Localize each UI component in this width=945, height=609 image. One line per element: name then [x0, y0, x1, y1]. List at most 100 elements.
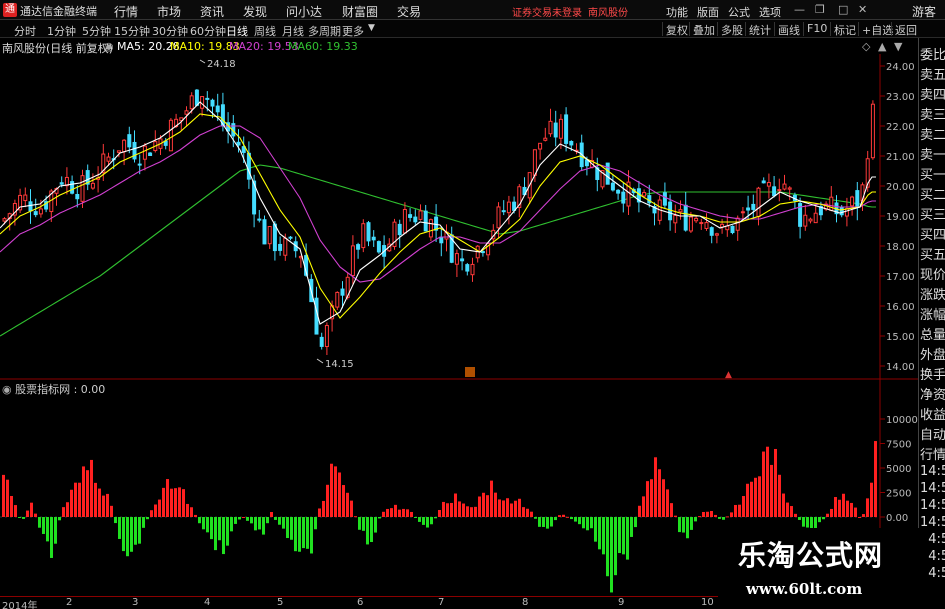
candle-down [460, 258, 465, 262]
more-dropdown-icon[interactable]: ▼ [368, 23, 375, 33]
ind-bar-positive [62, 507, 65, 517]
candle-down [772, 186, 777, 197]
ind-bar-negative [602, 517, 605, 555]
ind-bar-positive [566, 516, 569, 518]
candle-down [205, 97, 210, 100]
scroll-down-icon[interactable]: ▼ [894, 40, 902, 53]
ind-bar-positive [6, 479, 9, 517]
side-panel-label[interactable]: 行情 [920, 444, 945, 463]
f10-button[interactable]: F10 [803, 22, 827, 36]
ind-bar-positive [474, 506, 477, 517]
candle-up [184, 110, 189, 115]
menu-function[interactable]: 功能 [666, 4, 688, 20]
mark-button[interactable]: 标记 [830, 22, 856, 37]
menu-layout[interactable]: 版面 [697, 4, 719, 20]
ind-bar-positive [386, 508, 389, 517]
side-panel-label: 净资 [920, 388, 945, 403]
ind-bar-negative [114, 517, 117, 524]
diamond-icon[interactable]: ◇ [862, 40, 870, 53]
menu-news[interactable]: 资讯 [200, 3, 224, 20]
restore-icon[interactable]: ❐ [815, 3, 825, 16]
side-panel-label: 14:5 [920, 481, 945, 496]
candle-down [33, 211, 38, 216]
menu-discover[interactable]: 发现 [243, 3, 267, 20]
menu-wealth-circle[interactable]: 财富圈 [342, 3, 378, 20]
ind-bar-negative [422, 517, 425, 525]
menu-ask-xiaoda[interactable]: 问小达 [286, 3, 322, 20]
draw-line-button[interactable]: 画线 [774, 22, 800, 37]
ind-bar-negative [250, 517, 253, 524]
candle-up [361, 223, 366, 249]
tab-more[interactable]: 更多 [342, 23, 364, 39]
ind-tick-label: 2500 [886, 489, 911, 500]
adjust-button[interactable]: 复权 [662, 22, 688, 37]
candle-down [683, 204, 688, 231]
scroll-up-icon[interactable]: ▲ [878, 40, 886, 53]
ind-bar-negative [138, 517, 141, 544]
candle-up [808, 218, 813, 222]
date-label: 2014年 [2, 601, 38, 609]
tab-60min[interactable]: 60分钟 [190, 23, 226, 39]
ind-bar-positive [522, 507, 525, 517]
login-warning[interactable]: 证券交易未登录 [512, 4, 582, 19]
guest-label[interactable]: 游客 [912, 3, 936, 20]
event-marker-icon[interactable] [465, 367, 475, 377]
candle-down [127, 134, 132, 148]
candle-up [850, 196, 855, 207]
candle-up [506, 201, 511, 214]
statistics-button[interactable]: 统计 [745, 22, 771, 37]
tab-30min[interactable]: 30分钟 [152, 23, 188, 39]
ind-bar-positive [330, 463, 333, 517]
candle-up [704, 222, 709, 229]
overlay-button[interactable]: 叠加 [689, 22, 715, 37]
ind-bar-negative [606, 517, 609, 577]
ind-bar-positive [714, 514, 717, 517]
indicator-settings-icon[interactable]: ◉ [2, 383, 12, 396]
multi-stock-button[interactable]: 多股 [717, 22, 743, 37]
menu-market[interactable]: 市场 [157, 3, 181, 20]
menu-trade[interactable]: 交易 [397, 3, 421, 20]
ind-bar-negative [546, 517, 549, 529]
menu-quotes[interactable]: 行情 [114, 3, 138, 20]
menu-formula[interactable]: 公式 [728, 4, 750, 20]
ind-bar-positive [666, 489, 669, 517]
watermark: 乐淘公式网 www.60lt.com [718, 528, 928, 604]
date-label: 9 [618, 597, 625, 608]
ind-bar-negative [286, 517, 289, 539]
tab-multi-period[interactable]: 多周期 [308, 23, 341, 39]
ind-tick-label: 10000 [886, 415, 918, 426]
candle-down [148, 152, 153, 156]
candle-down [709, 227, 714, 236]
tab-intraday[interactable]: 分时 [14, 23, 36, 39]
candle-up [267, 226, 272, 245]
tab-daily[interactable]: 日线 [226, 23, 248, 39]
close-icon[interactable]: ✕ [858, 3, 867, 16]
price-tick-label: 21.00 [886, 152, 915, 163]
ind-bar-positive [842, 493, 845, 517]
add-watchlist-button[interactable]: +自选 [858, 22, 893, 37]
candle-up [402, 208, 407, 234]
tab-1min[interactable]: 1分钟 [47, 23, 76, 39]
maximize-icon[interactable]: □ [838, 3, 848, 16]
settings-circle-icon[interactable]: ◉ [104, 40, 114, 53]
minimize-icon[interactable]: — [794, 3, 805, 16]
menu-options[interactable]: 选项 [759, 4, 781, 20]
candle-up [122, 139, 127, 153]
price-tick-label: 19.00 [886, 212, 915, 223]
side-panel-label[interactable]: 自动 [920, 424, 945, 443]
ind-bar-positive [558, 515, 561, 517]
tab-weekly[interactable]: 周线 [254, 23, 276, 39]
annotation-layer: 24.18 14.15 ▲ [199, 59, 732, 380]
tab-5min[interactable]: 5分钟 [82, 23, 111, 39]
back-button[interactable]: 返回 [891, 22, 917, 37]
ind-bar-negative [582, 517, 585, 529]
ind-bar-positive [478, 496, 481, 517]
candle-up [844, 208, 849, 217]
tab-monthly[interactable]: 月线 [282, 23, 304, 39]
tab-15min[interactable]: 15分钟 [114, 23, 150, 39]
ind-bar-positive [170, 488, 173, 517]
ind-bar-positive [726, 516, 729, 518]
ind-bar-negative [578, 517, 581, 525]
kline-chart[interactable]: 24.00 23.00 22.00 21.00 20.00 19.00 18.00 17.00… [0, 54, 918, 596]
candle-up [787, 187, 792, 190]
